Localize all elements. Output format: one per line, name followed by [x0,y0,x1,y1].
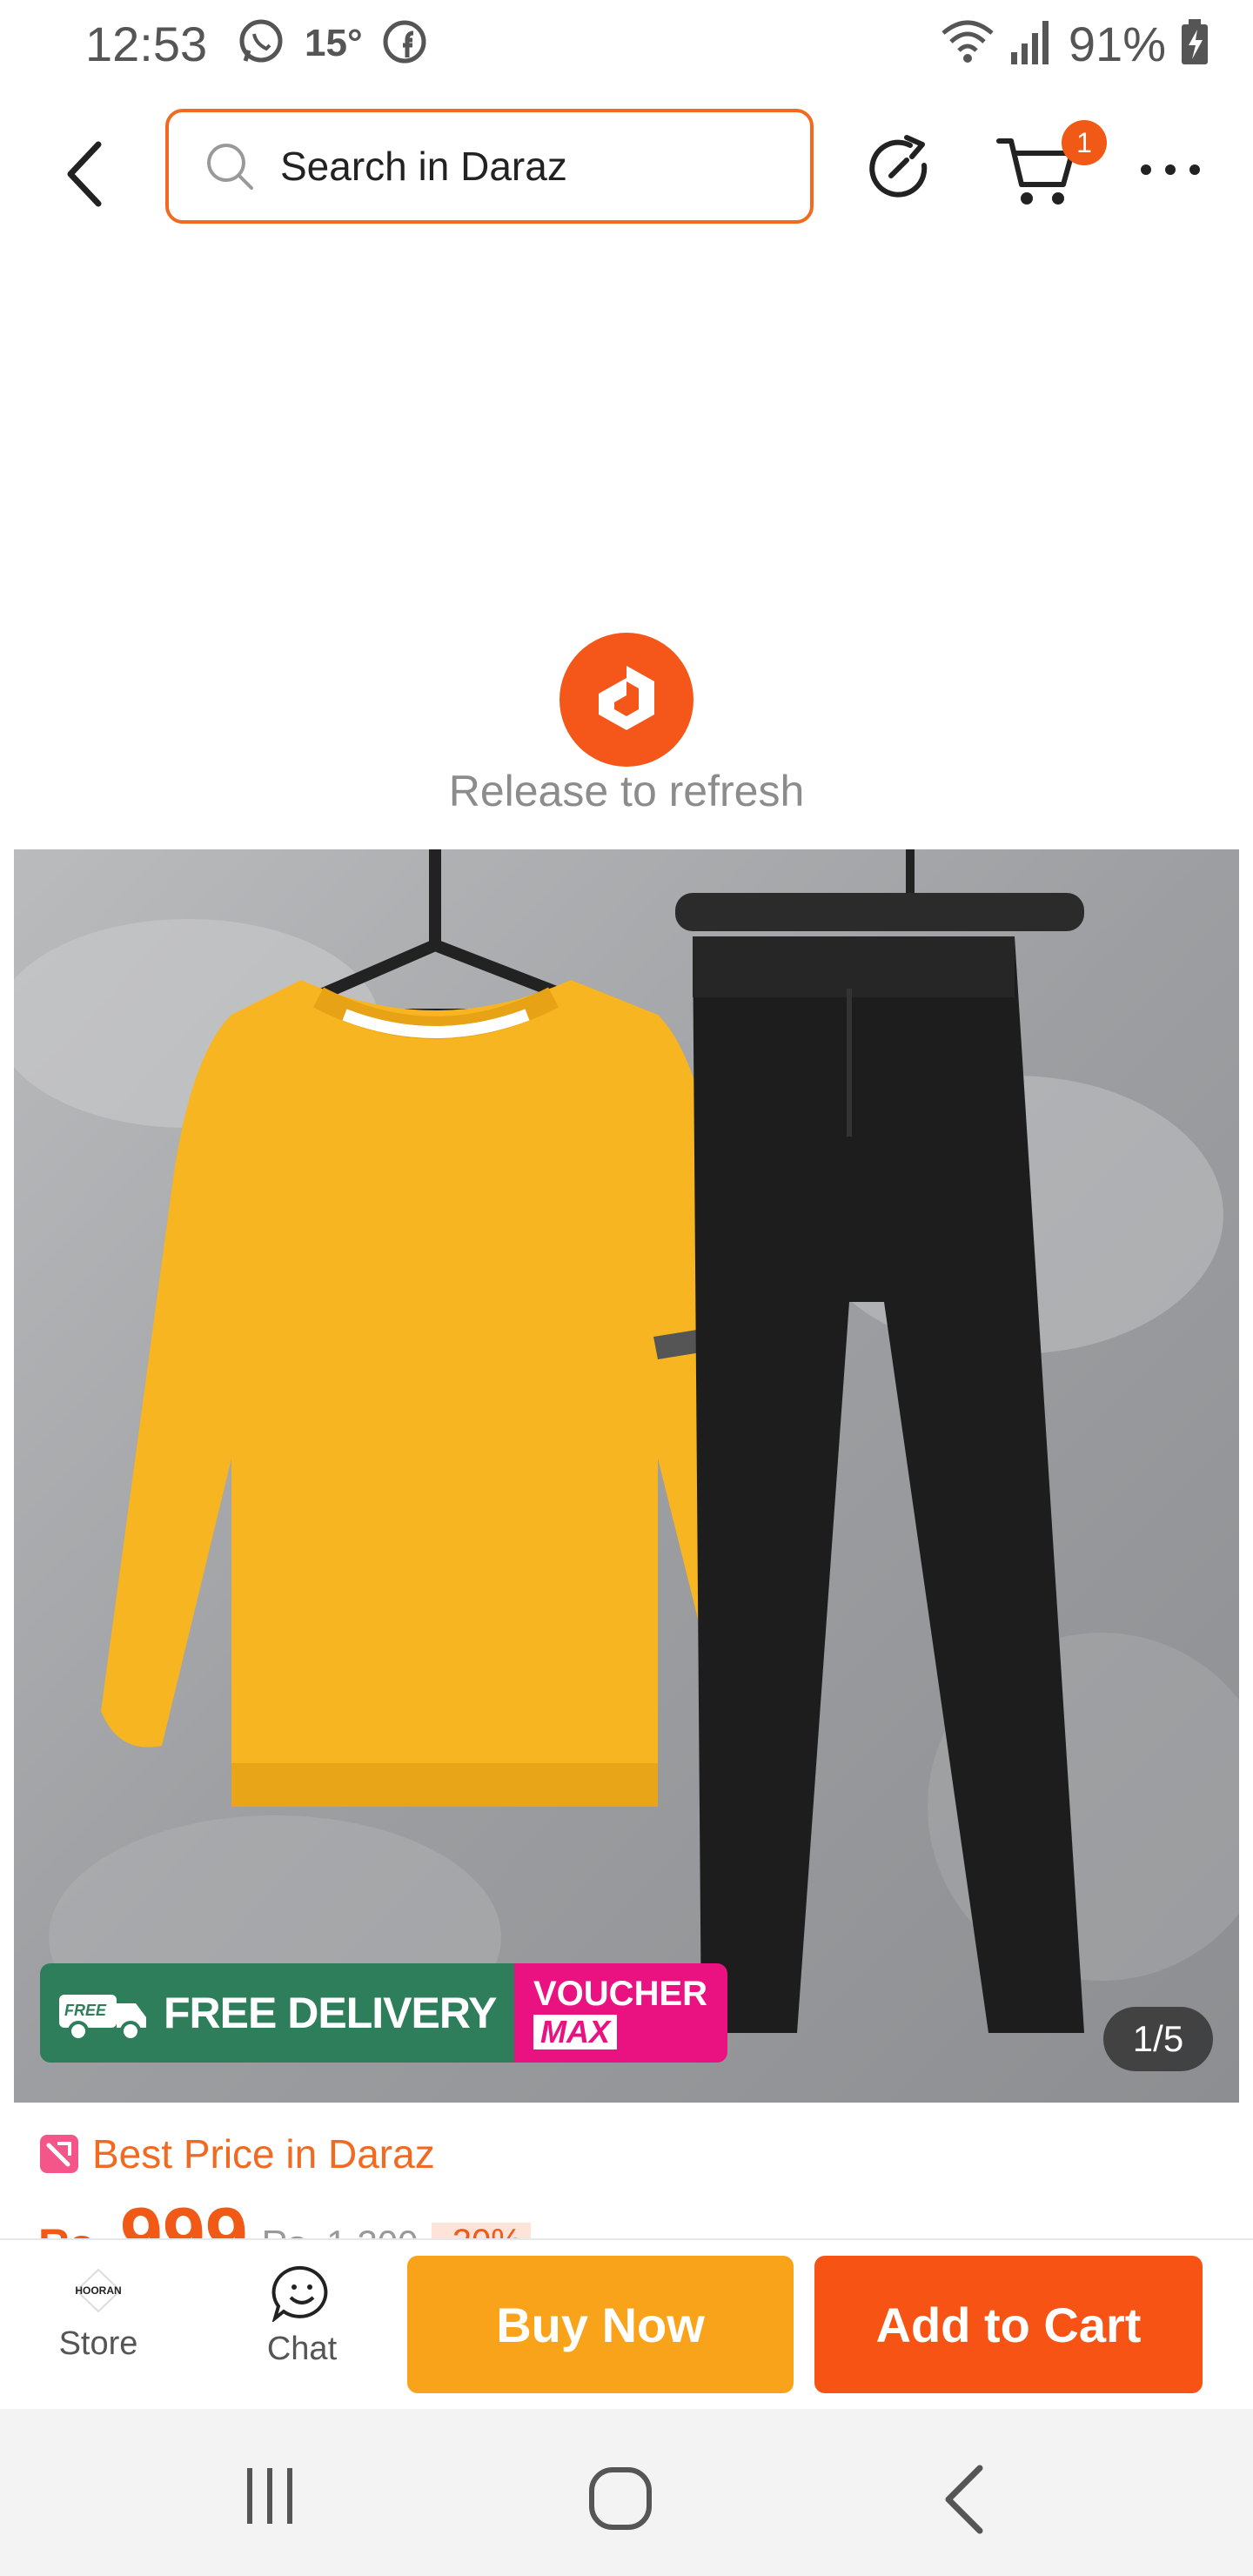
refresh-icon [869,135,928,198]
recent-apps-icon [247,2468,292,2524]
free-delivery-voucher-banner: FREE FREE DELIVERY VOUCHER MAX [40,1963,727,2063]
facebook-icon [382,19,427,69]
store-label: Store [58,2325,138,2362]
status-bar: 12:53 15° 91% [0,0,1253,87]
price-currency: Rs. [38,2219,106,2238]
refresh-button[interactable] [861,131,940,209]
voucher-max-label: MAX [533,2015,617,2049]
status-left-icons: 15° [237,17,427,70]
battery-percent: 91% [1068,17,1166,71]
chat-label: Chat [266,2331,338,2367]
best-price-label: Best Price in Daraz [92,2131,435,2177]
add-to-cart-button[interactable]: Add to Cart [814,2256,1203,2393]
product-price: 999 [120,2197,248,2238]
voucher-label: VOUCHER [533,1975,708,2013]
voucher-max-section: VOUCHER MAX [514,1963,727,2063]
free-delivery-text: FREE DELIVERY [164,1989,497,2037]
system-back-button[interactable] [931,2461,1001,2539]
price-row: Rs. 999 Rs. 1,200 -20% [38,2197,1253,2238]
free-icon-text: FREE [64,2002,107,2019]
discount-badge: -20% [432,2223,531,2238]
daraz-logo-icon [599,666,654,730]
more-options-button[interactable] [1136,144,1205,196]
delivery-truck-icon: FREE [59,1995,146,2042]
best-price-tag: Best Price in Daraz [38,2130,435,2177]
image-page-indicator: 1/5 [1103,2007,1213,2071]
daraz-logo-refresh [559,633,694,767]
chat-smiley-icon [271,2265,328,2322]
recent-apps-button[interactable] [235,2461,305,2531]
product-photo [14,849,1239,2103]
system-back-icon [945,2465,983,2534]
store-logo-text: HOORAN [75,2284,121,2297]
buy-now-button[interactable]: Buy Now [407,2256,794,2393]
top-nav: 1 [0,96,1253,244]
free-delivery-section: FREE FREE DELIVERY [40,1963,514,2063]
store-logo-icon: HOORAN [75,2268,122,2313]
system-nav-bar [0,2409,1253,2576]
cart-count-badge: 1 [1062,120,1107,165]
search-bar[interactable] [165,109,814,224]
status-right-icons: 91% [940,16,1209,72]
more-horizontal-icon [1141,164,1200,175]
price-tag-icon [40,2135,78,2173]
store-button[interactable]: HOORAN Store [33,2264,164,2395]
bottom-action-bar: HOORAN Store Chat Buy Now Add to Cart [0,2238,1253,2411]
status-temperature: 15° [305,22,363,64]
chat-button[interactable]: Chat [237,2264,367,2395]
search-icon [207,144,253,190]
search-input[interactable] [278,142,769,191]
whatsapp-icon [237,17,285,70]
home-button[interactable] [583,2461,661,2539]
home-icon [589,2467,652,2530]
release-to-refresh-text: Release to refresh [448,767,805,815]
chevron-left-icon [67,141,102,207]
signal-icon [1009,17,1055,70]
battery-charging-icon [1180,17,1209,70]
product-image[interactable] [14,849,1239,2103]
back-button[interactable] [49,131,118,218]
status-time: 12:53 [85,17,208,71]
original-price: Rs. 1,200 [262,2223,419,2238]
wifi-icon [940,17,995,70]
